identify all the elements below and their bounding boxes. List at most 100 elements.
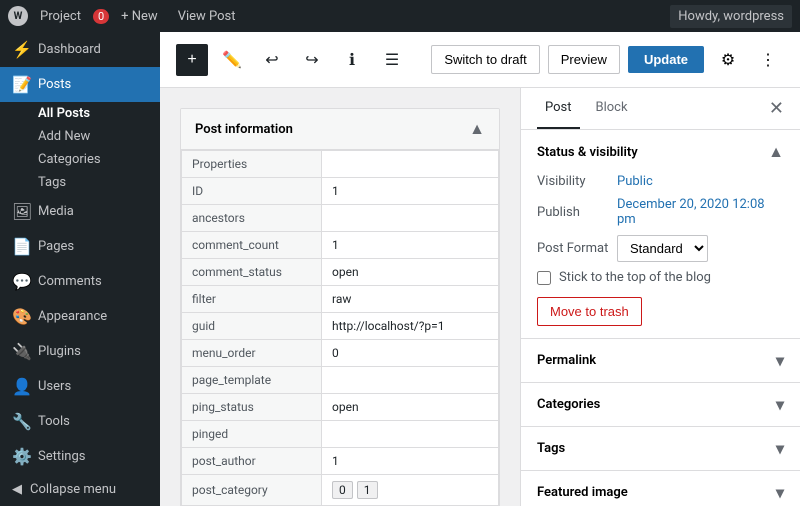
preview-button[interactable]: Preview [548, 45, 620, 74]
table-row: ping_status open [182, 394, 499, 421]
permalink-chevron: ▾ [776, 351, 784, 370]
appearance-icon: 🎨 [12, 307, 30, 326]
top-bar: W Project 0 + New View Post Howdy, wordp… [0, 0, 800, 32]
posts-icon: 📝 [12, 75, 30, 94]
table-row: guid http://localhost/?p=1 [182, 313, 499, 340]
more-options-button[interactable]: ⋮ [752, 44, 784, 76]
prop-value [322, 367, 499, 394]
collapse-menu-button[interactable]: ◀ Collapse menu [0, 474, 160, 505]
prop-value: 0 [322, 340, 499, 367]
post-info-collapse-arrow[interactable]: ▲ [469, 119, 485, 139]
right-panel-tabs: Post Block ✕ [521, 88, 800, 130]
table-row: comment_status open [182, 259, 499, 286]
sidebar-item-label: Media [38, 204, 74, 219]
post-info-title: Post information [195, 122, 293, 137]
sidebar-item-label: Dashboard [38, 42, 101, 57]
topbar-new[interactable]: + New [113, 5, 166, 28]
permalink-section: Permalink ▾ [521, 339, 800, 383]
post-info-header: Post information ▲ [181, 109, 499, 150]
wp-logo[interactable]: W [8, 6, 28, 26]
category-tag-1: 1 [357, 481, 378, 499]
stick-to-top-checkbox[interactable] [537, 271, 551, 285]
prop-key: ID [182, 178, 322, 205]
topbar-project[interactable]: Project [32, 5, 89, 28]
list-view-button[interactable]: ☰ [376, 44, 408, 76]
post-format-select[interactable]: StandardAsideChatGalleryLinkImageQuoteSt… [617, 235, 708, 262]
visibility-value[interactable]: Public [617, 174, 653, 189]
settings-gear-button[interactable]: ⚙ [712, 44, 744, 76]
sidebar-item-users[interactable]: 👤 Users [0, 369, 160, 404]
visibility-row: Visibility Public [537, 174, 784, 189]
plugins-icon: 🔌 [12, 342, 30, 361]
editor-area: + ✏️ ↩ ↪ ℹ ☰ Switch to draft Preview Upd… [160, 32, 800, 506]
sidebar-item-tools[interactable]: 🔧 Tools [0, 404, 160, 439]
sidebar-sub-add-new[interactable]: Add New [0, 125, 160, 148]
publish-date-value[interactable]: December 20, 2020 12:08 pm [617, 197, 784, 227]
table-row: post_author 1 [182, 448, 499, 475]
prop-value: open [322, 394, 499, 421]
sidebar-item-label: Users [38, 379, 71, 394]
status-visibility-header[interactable]: Status & visibility ▲ [521, 130, 800, 174]
status-visibility-label: Status & visibility [537, 145, 638, 160]
featured-image-section: Featured image ▾ [521, 471, 800, 506]
top-bar-right: Howdy, wordpress [670, 5, 792, 28]
featured-image-chevron: ▾ [776, 483, 784, 502]
categories-label: Categories [537, 397, 600, 412]
sidebar-sub-tags[interactable]: Tags [0, 171, 160, 194]
table-row: ancestors [182, 205, 499, 232]
undo-button[interactable]: ↩ [256, 44, 288, 76]
permalink-header[interactable]: Permalink ▾ [521, 339, 800, 382]
redo-button[interactable]: ↪ [296, 44, 328, 76]
table-row: Properties [182, 151, 499, 178]
featured-image-header[interactable]: Featured image ▾ [521, 471, 800, 506]
post-format-row: Post Format StandardAsideChatGalleryLink… [537, 235, 784, 262]
topbar-view-post[interactable]: View Post [170, 5, 244, 28]
collapse-menu-label: Collapse menu [30, 482, 116, 497]
category-tag-0: 0 [332, 481, 353, 499]
sidebar-item-settings[interactable]: ⚙️ Settings [0, 439, 160, 474]
prop-key: Properties [182, 151, 322, 178]
post-category-cell: 0 1 [322, 475, 499, 506]
categories-header[interactable]: Categories ▾ [521, 383, 800, 426]
tools-button[interactable]: ✏️ [216, 44, 248, 76]
switch-to-draft-button[interactable]: Switch to draft [431, 45, 539, 74]
properties-table: Properties ID 1 ancestors [181, 150, 499, 506]
sidebar-item-pages[interactable]: 📄 Pages [0, 229, 160, 264]
post-info-block: Post information ▲ Properties ID 1 [180, 108, 500, 506]
tools-icon: 🔧 [12, 412, 30, 431]
comment-count-badge[interactable]: 0 [93, 9, 109, 24]
sidebar-item-label: Posts [38, 77, 71, 92]
publish-row: Publish December 20, 2020 12:08 pm [537, 197, 784, 227]
sidebar-item-dashboard[interactable]: ⚡ Dashboard [0, 32, 160, 67]
sidebar-item-label: Tools [38, 414, 70, 429]
block-inserter-button[interactable]: + [176, 44, 208, 76]
users-icon: 👤 [12, 377, 30, 396]
prop-key: ancestors [182, 205, 322, 232]
sidebar-item-comments[interactable]: 💬 Comments [0, 264, 160, 299]
tags-section: Tags ▾ [521, 427, 800, 471]
prop-value [322, 421, 499, 448]
sidebar-sub-all-posts[interactable]: All Posts [0, 102, 160, 125]
update-button[interactable]: Update [628, 46, 704, 73]
sidebar-item-posts[interactable]: 📝 Posts [0, 67, 160, 102]
prop-value: 1 [322, 448, 499, 475]
dashboard-icon: ⚡ [12, 40, 30, 59]
media-icon: 🖼 [12, 202, 30, 221]
move-to-trash-button[interactable]: Move to trash [537, 297, 642, 326]
tab-block[interactable]: Block [588, 88, 636, 129]
sidebar-item-plugins[interactable]: 🔌 Plugins [0, 334, 160, 369]
right-panel-close-button[interactable]: ✕ [769, 100, 784, 118]
sidebar-item-media[interactable]: 🖼 Media [0, 194, 160, 229]
stick-to-top-row: Stick to the top of the blog [537, 270, 784, 285]
stick-to-top-label: Stick to the top of the blog [559, 270, 711, 285]
sidebar-sub-categories[interactable]: Categories [0, 148, 160, 171]
sidebar-item-appearance[interactable]: 🎨 Appearance [0, 299, 160, 334]
prop-key: comment_count [182, 232, 322, 259]
tags-header[interactable]: Tags ▾ [521, 427, 800, 470]
tab-post[interactable]: Post [537, 88, 580, 129]
status-visibility-chevron: ▲ [768, 142, 784, 162]
info-button[interactable]: ℹ [336, 44, 368, 76]
editor-content: Post information ▲ Properties ID 1 [160, 88, 800, 506]
sidebar: ⚡ Dashboard 📝 Posts All Posts Add New Ca… [0, 32, 160, 506]
post-format-label: Post Format [537, 241, 617, 256]
